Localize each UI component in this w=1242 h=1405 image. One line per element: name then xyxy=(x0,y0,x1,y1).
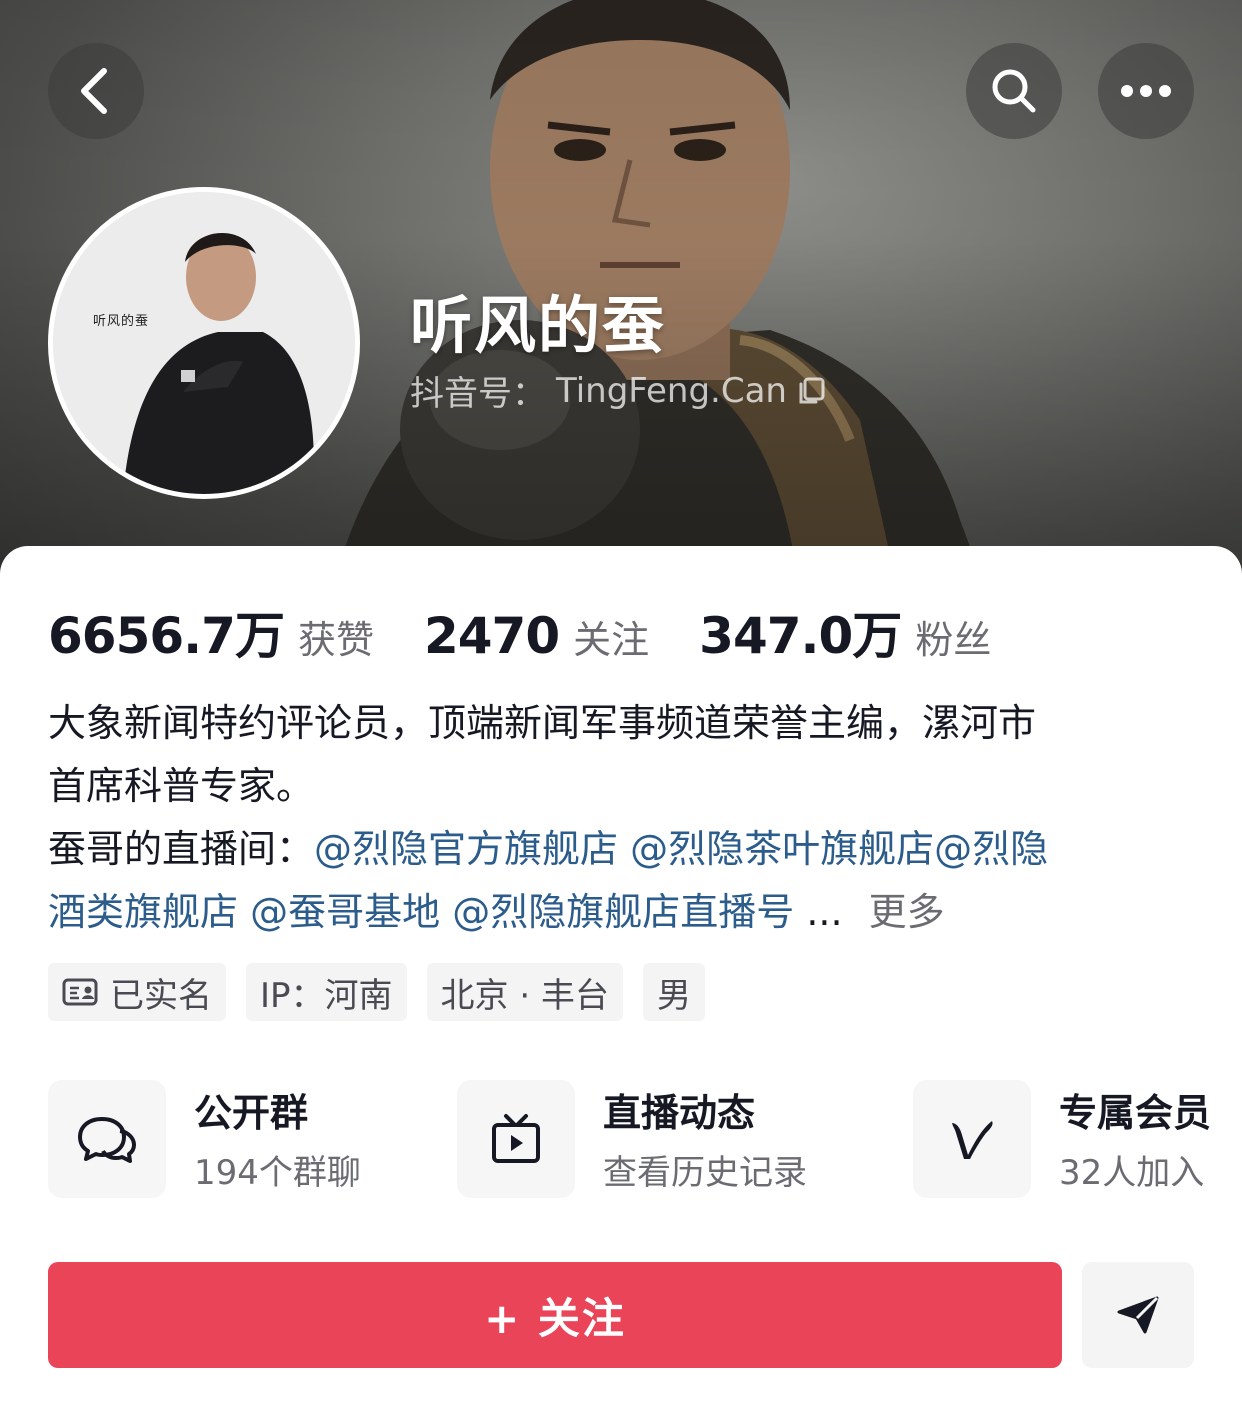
stat-followers[interactable]: 347.0万 粉丝 xyxy=(699,596,991,668)
bio-line-4: 酒类旗舰店 @蚕哥基地 @烈隐旗舰店直播号 ... 更多 xyxy=(48,881,1198,944)
feature-title: 直播动态 xyxy=(603,1091,756,1135)
avatar[interactable]: 听风的蚕 xyxy=(48,187,360,499)
bio-line-2: 首席科普专家。 xyxy=(48,764,315,808)
feature-title: 公开群 xyxy=(194,1091,309,1135)
douyin-id[interactable]: 抖音号： TingFeng.Can xyxy=(410,366,827,415)
bio-line-3: 蚕哥的直播间：@烈隐官方旗舰店 @烈隐茶叶旗舰店@烈隐 xyxy=(48,818,1198,881)
tag-gender-label: 男 xyxy=(656,975,691,1016)
chevron-left-icon xyxy=(81,68,107,114)
stat-following[interactable]: 2470 关注 xyxy=(424,607,649,665)
followers-count: 347.0万 xyxy=(699,607,902,665)
mention-link[interactable]: 酒类旗舰店 xyxy=(48,890,238,934)
mention-link[interactable]: @烈隐旗舰店直播号 xyxy=(452,890,794,934)
tag-location-label: 北京 · 丰台 xyxy=(440,975,609,1016)
mention-link[interactable]: @蚕哥基地 xyxy=(250,890,440,934)
mention-link[interactable]: @烈隐茶叶旗舰店 xyxy=(630,827,934,871)
share-button[interactable] xyxy=(1082,1262,1194,1368)
copy-icon[interactable] xyxy=(797,376,827,406)
avatar-photo xyxy=(53,192,355,494)
followers-label: 粉丝 xyxy=(915,618,992,662)
v-member-icon xyxy=(952,1121,993,1159)
tag-location[interactable]: 北京 · 丰台 xyxy=(426,963,623,1021)
stats-row: 6656.7万 获赞 2470 关注 347.0万 粉丝 xyxy=(48,596,1041,668)
tv-play-icon xyxy=(492,1114,540,1163)
feature-live-history[interactable]: 直播动态 查看历史记录 xyxy=(457,1080,807,1198)
avatar-logo-text: 听风的蚕 xyxy=(93,314,150,329)
back-button[interactable] xyxy=(48,43,144,139)
likes-count: 6656.7万 xyxy=(48,607,285,665)
username: 听风的蚕 xyxy=(410,289,667,362)
profile-tags: 已实名 IP：河南 北京 · 丰台 男 xyxy=(48,963,705,1021)
stat-likes[interactable]: 6656.7万 获赞 xyxy=(48,596,374,668)
feature-subtitle: 194个群聊 xyxy=(194,1153,361,1193)
tag-ip-label: IP：河南 xyxy=(260,975,393,1016)
mention-link[interactable]: @烈隐官方旗舰店 xyxy=(314,827,618,871)
follow-button[interactable]: + 关注 xyxy=(48,1262,1062,1368)
tag-ip: IP：河南 xyxy=(246,963,407,1021)
feature-title: 专属会员 xyxy=(1059,1091,1212,1135)
bio-line-1: 大象新闻特约评论员，顶端新闻军事频道荣誉主编，漯河市 xyxy=(48,701,1037,745)
more-options-button[interactable] xyxy=(1098,43,1194,139)
tag-verified[interactable]: 已实名 xyxy=(48,963,226,1021)
following-label: 关注 xyxy=(573,618,650,662)
chat-bubbles-icon xyxy=(78,1117,136,1163)
following-count: 2470 xyxy=(423,607,560,665)
bio-more-link[interactable]: 更多 xyxy=(869,890,945,934)
tag-gender: 男 xyxy=(642,963,705,1021)
bio-ellipsis: ... xyxy=(806,890,843,934)
douyin-id-label: 抖音号： xyxy=(410,374,546,414)
feature-membership[interactable]: 专属会员 32人加入 xyxy=(913,1080,1211,1198)
search-icon xyxy=(992,69,1036,113)
tag-verified-label: 已实名 xyxy=(110,975,212,1016)
bio-live-prefix: 蚕哥的直播间： xyxy=(48,827,315,871)
likes-label: 获赞 xyxy=(297,618,374,662)
douyin-id-value: TingFeng.Can xyxy=(556,370,787,411)
mention-link[interactable]: @烈隐 xyxy=(934,827,1048,871)
feature-subtitle: 32人加入 xyxy=(1059,1153,1205,1193)
bio: 大象新闻特约评论员，顶端新闻军事频道荣誉主编，漯河市 首席科普专家。 蚕哥的直播… xyxy=(48,692,1198,944)
send-icon xyxy=(1117,1296,1159,1334)
more-dots-icon xyxy=(1121,85,1171,97)
search-button[interactable] xyxy=(966,43,1062,139)
id-card-icon xyxy=(62,978,98,1006)
feature-subtitle: 查看历史记录 xyxy=(603,1153,807,1193)
feature-public-group[interactable]: 公开群 194个群聊 xyxy=(48,1080,361,1198)
